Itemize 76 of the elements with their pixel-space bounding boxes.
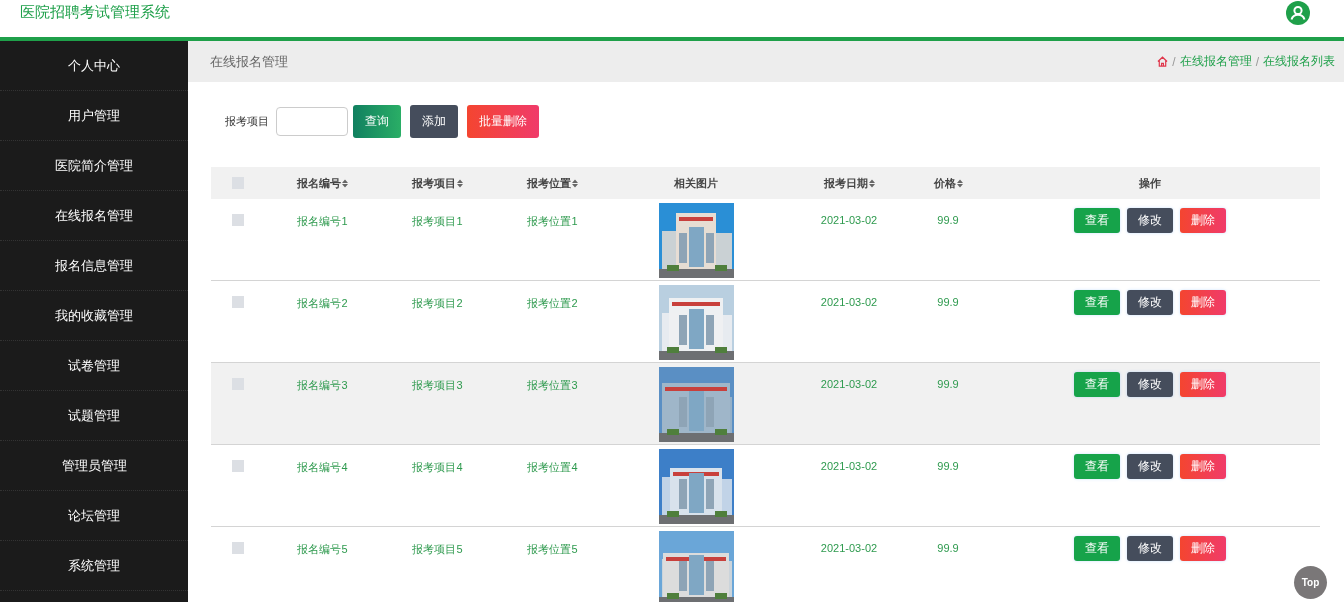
sidebar-item[interactable]: 用户管理 [0, 91, 188, 141]
table-cell: 报名编号3 [297, 378, 348, 393]
delete-button[interactable]: 删除 [1180, 536, 1226, 561]
sidebar-item[interactable]: 系统管理 [0, 541, 188, 591]
table-cell: 报考项目5 [412, 542, 463, 557]
table-cell: 报考项目3 [412, 378, 463, 393]
sort-icon[interactable] [572, 178, 578, 188]
delete-button[interactable]: 删除 [1180, 454, 1226, 479]
user-icon[interactable] [1286, 0, 1310, 25]
edit-button[interactable]: 修改 [1127, 290, 1173, 315]
table-cell: 报考项目1 [412, 214, 463, 229]
sort-icon[interactable] [457, 178, 463, 188]
table-cell: 报名编号4 [297, 460, 348, 475]
table-cell: 报考项目4 [412, 460, 463, 475]
sidebar-item[interactable]: 在线报名管理 [0, 191, 188, 241]
sidebar-item[interactable]: 试卷管理 [0, 341, 188, 391]
table-cell: 2021-03-02 [820, 214, 878, 226]
sortable-column-header[interactable]: 报考日期 [823, 175, 875, 191]
search-field[interactable] [276, 107, 348, 136]
delete-button[interactable]: 删除 [1180, 290, 1226, 315]
table-cell: 报考位置4 [527, 460, 578, 475]
table-cell: 报名编号2 [297, 296, 348, 311]
edit-button[interactable]: 修改 [1127, 536, 1173, 561]
home-icon[interactable] [1157, 56, 1169, 67]
table-row[interactable]: 报名编号3 报考项目3 报考位置3 2021-03-02 99.9 查看 修改 删除 [211, 363, 1320, 445]
sidebar-item[interactable]: 我的收藏管理 [0, 291, 188, 341]
sort-icon[interactable] [342, 178, 348, 188]
breadcrumb-separator: / [1172, 54, 1176, 69]
table-cell: 99.9 [937, 542, 959, 554]
row-checkbox[interactable] [232, 460, 244, 472]
edit-button[interactable]: 修改 [1127, 208, 1173, 233]
sortable-column-header[interactable]: 报名编号 [297, 175, 348, 191]
sortable-column-header[interactable]: 报考项目 [412, 175, 463, 191]
table-cell: 2021-03-02 [820, 296, 878, 308]
app-title: 医院招聘考试管理系统 [20, 3, 170, 22]
sort-icon[interactable] [956, 178, 963, 188]
table-cell: 报考位置2 [527, 296, 578, 311]
table-cell: 报考位置3 [527, 378, 578, 393]
row-checkbox[interactable] [232, 214, 244, 226]
sort-icon[interactable] [868, 178, 875, 188]
table-cell: 99.9 [937, 214, 959, 226]
sidebar-item[interactable]: 医院简介管理 [0, 141, 188, 191]
delete-button[interactable]: 删除 [1180, 208, 1226, 233]
table-cell: 2021-03-02 [820, 460, 878, 472]
column-header: 相关图片 [674, 175, 718, 191]
sortable-column-header[interactable]: 价格 [933, 175, 963, 191]
add-button[interactable]: 添加 [410, 105, 458, 138]
column-header: 操作 [1139, 175, 1161, 191]
field-label: 报考项目 [225, 114, 269, 129]
row-checkbox[interactable] [232, 542, 244, 554]
table-row[interactable]: 报名编号1 报考项目1 报考位置1 2021-03-02 99.9 查看 修改 删除 [211, 199, 1320, 281]
table-cell: 报名编号1 [297, 214, 348, 229]
breadcrumb-separator: / [1255, 54, 1259, 69]
table-row[interactable]: 报名编号4 报考项目4 报考位置4 2021-03-02 99.9 查看 修改 删除 [211, 445, 1320, 527]
table-row[interactable]: 报名编号2 报考项目2 报考位置2 2021-03-02 99.9 查看 修改 删除 [211, 281, 1320, 363]
table-cell: 报考位置1 [527, 214, 578, 229]
table-cell: 99.9 [937, 460, 959, 472]
delete-button[interactable]: 删除 [1180, 372, 1226, 397]
search-button[interactable]: 查询 [353, 105, 401, 138]
row-checkbox[interactable] [232, 296, 244, 308]
edit-button[interactable]: 修改 [1127, 454, 1173, 479]
edit-button[interactable]: 修改 [1127, 372, 1173, 397]
table-cell: 99.9 [937, 378, 959, 390]
sidebar-item[interactable]: 管理员管理 [0, 441, 188, 491]
sidebar-item[interactable]: 报名信息管理 [0, 241, 188, 291]
table-cell: 报考项目2 [412, 296, 463, 311]
table-cell: 2021-03-02 [820, 542, 878, 554]
sidebar-item[interactable]: 论坛管理 [0, 491, 188, 541]
table-cell: 2021-03-02 [820, 378, 878, 390]
delete-button[interactable]: 批量删除 [467, 105, 539, 138]
table-cell: 报考位置5 [527, 542, 578, 557]
table-cell: 报名编号5 [297, 542, 348, 557]
page-title: 在线报名管理 [210, 52, 288, 71]
sortable-column-header[interactable]: 报考位置 [527, 175, 578, 191]
sidebar-item[interactable]: 试题管理 [0, 391, 188, 441]
table-cell: 99.9 [937, 296, 959, 308]
